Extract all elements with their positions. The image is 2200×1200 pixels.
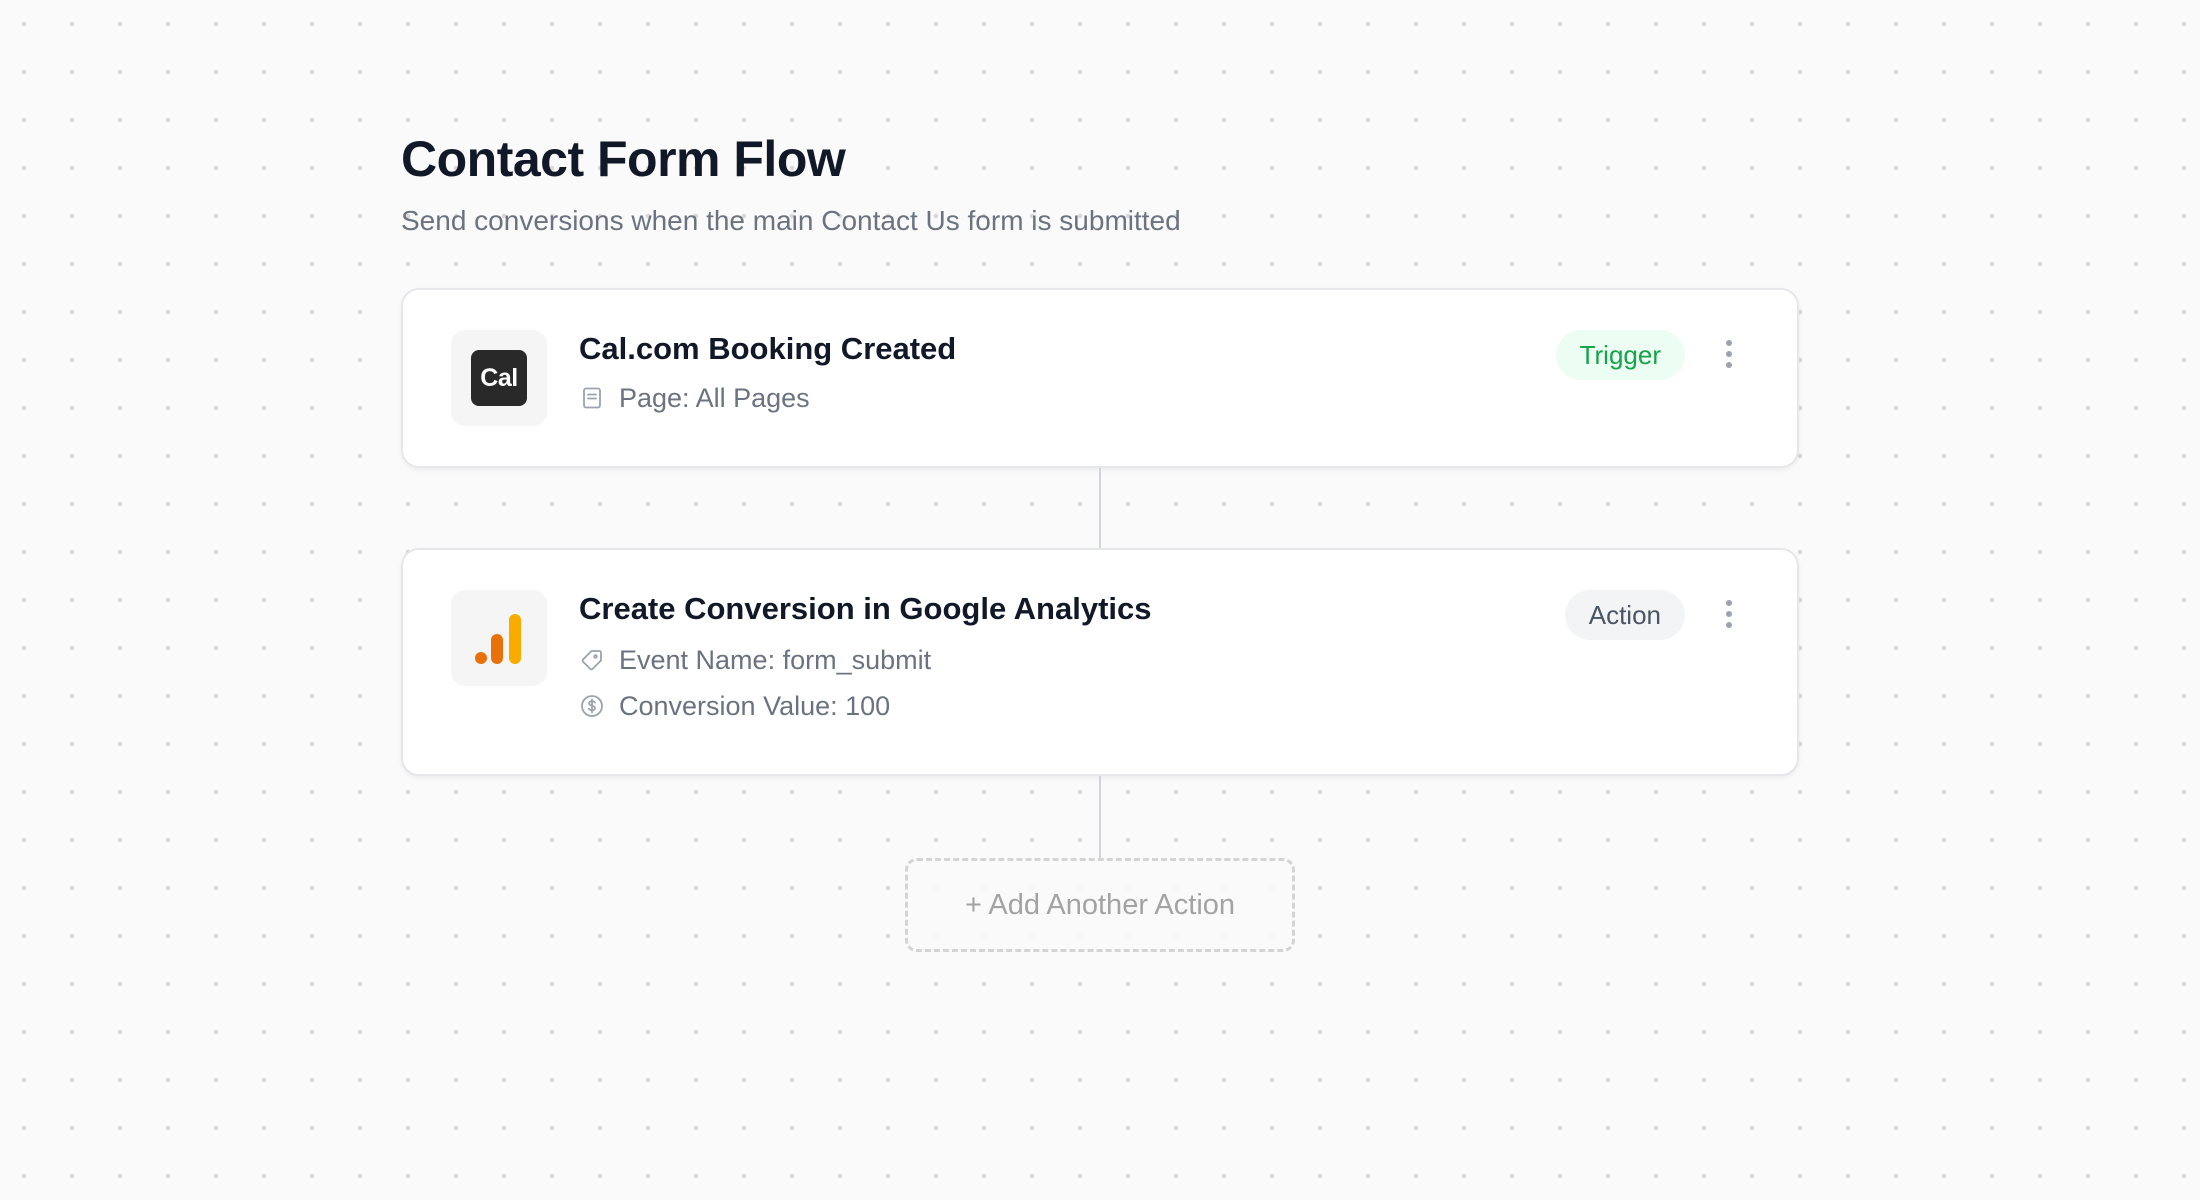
page-subtitle: Send conversions when the main Contact U… <box>401 205 1181 236</box>
action-title: Create Conversion in Google Analytics <box>579 591 1152 626</box>
flow-connector <box>1099 776 1101 858</box>
action-value-text: Conversion Value: 100 <box>619 691 891 721</box>
trigger-page-meta: Page: All Pages <box>579 380 1637 416</box>
trigger-title: Cal.com Booking Created <box>579 331 957 366</box>
action-event-text: Event Name: form_submit <box>619 645 932 675</box>
page-title: Contact Form Flow <box>401 131 846 187</box>
trigger-app-icon: Cal <box>451 330 547 426</box>
dollar-circle-icon <box>579 693 605 719</box>
tag-icon <box>579 647 605 673</box>
cal-com-logo-icon: Cal <box>471 350 527 406</box>
action-badge: Action <box>1564 590 1685 640</box>
action-value-meta: Conversion Value: 100 <box>579 688 1637 724</box>
trigger-card-body: Cal.com Booking Created Page: All Pages <box>579 330 1637 416</box>
trigger-badge: Trigger <box>1555 330 1685 380</box>
google-analytics-logo-icon <box>475 614 521 664</box>
page-icon <box>579 385 605 411</box>
action-event-meta: Event Name: form_submit <box>579 642 1637 678</box>
add-another-action-button[interactable]: + Add Another Action <box>905 858 1295 952</box>
action-more-options-icon[interactable] <box>1721 592 1737 636</box>
trigger-card[interactable]: Cal Cal.com Booking Created Page: All Pa… <box>401 288 1799 468</box>
action-card-body: Create Conversion in Google Analytics Ev… <box>579 590 1637 724</box>
action-card[interactable]: Create Conversion in Google Analytics Ev… <box>401 548 1799 776</box>
flow-connector <box>1099 468 1101 548</box>
trigger-more-options-icon[interactable] <box>1721 332 1737 376</box>
trigger-page-text: Page: All Pages <box>619 383 810 413</box>
flow-canvas: Contact Form Flow Send conversions when … <box>401 126 1801 952</box>
action-app-icon <box>451 590 547 686</box>
